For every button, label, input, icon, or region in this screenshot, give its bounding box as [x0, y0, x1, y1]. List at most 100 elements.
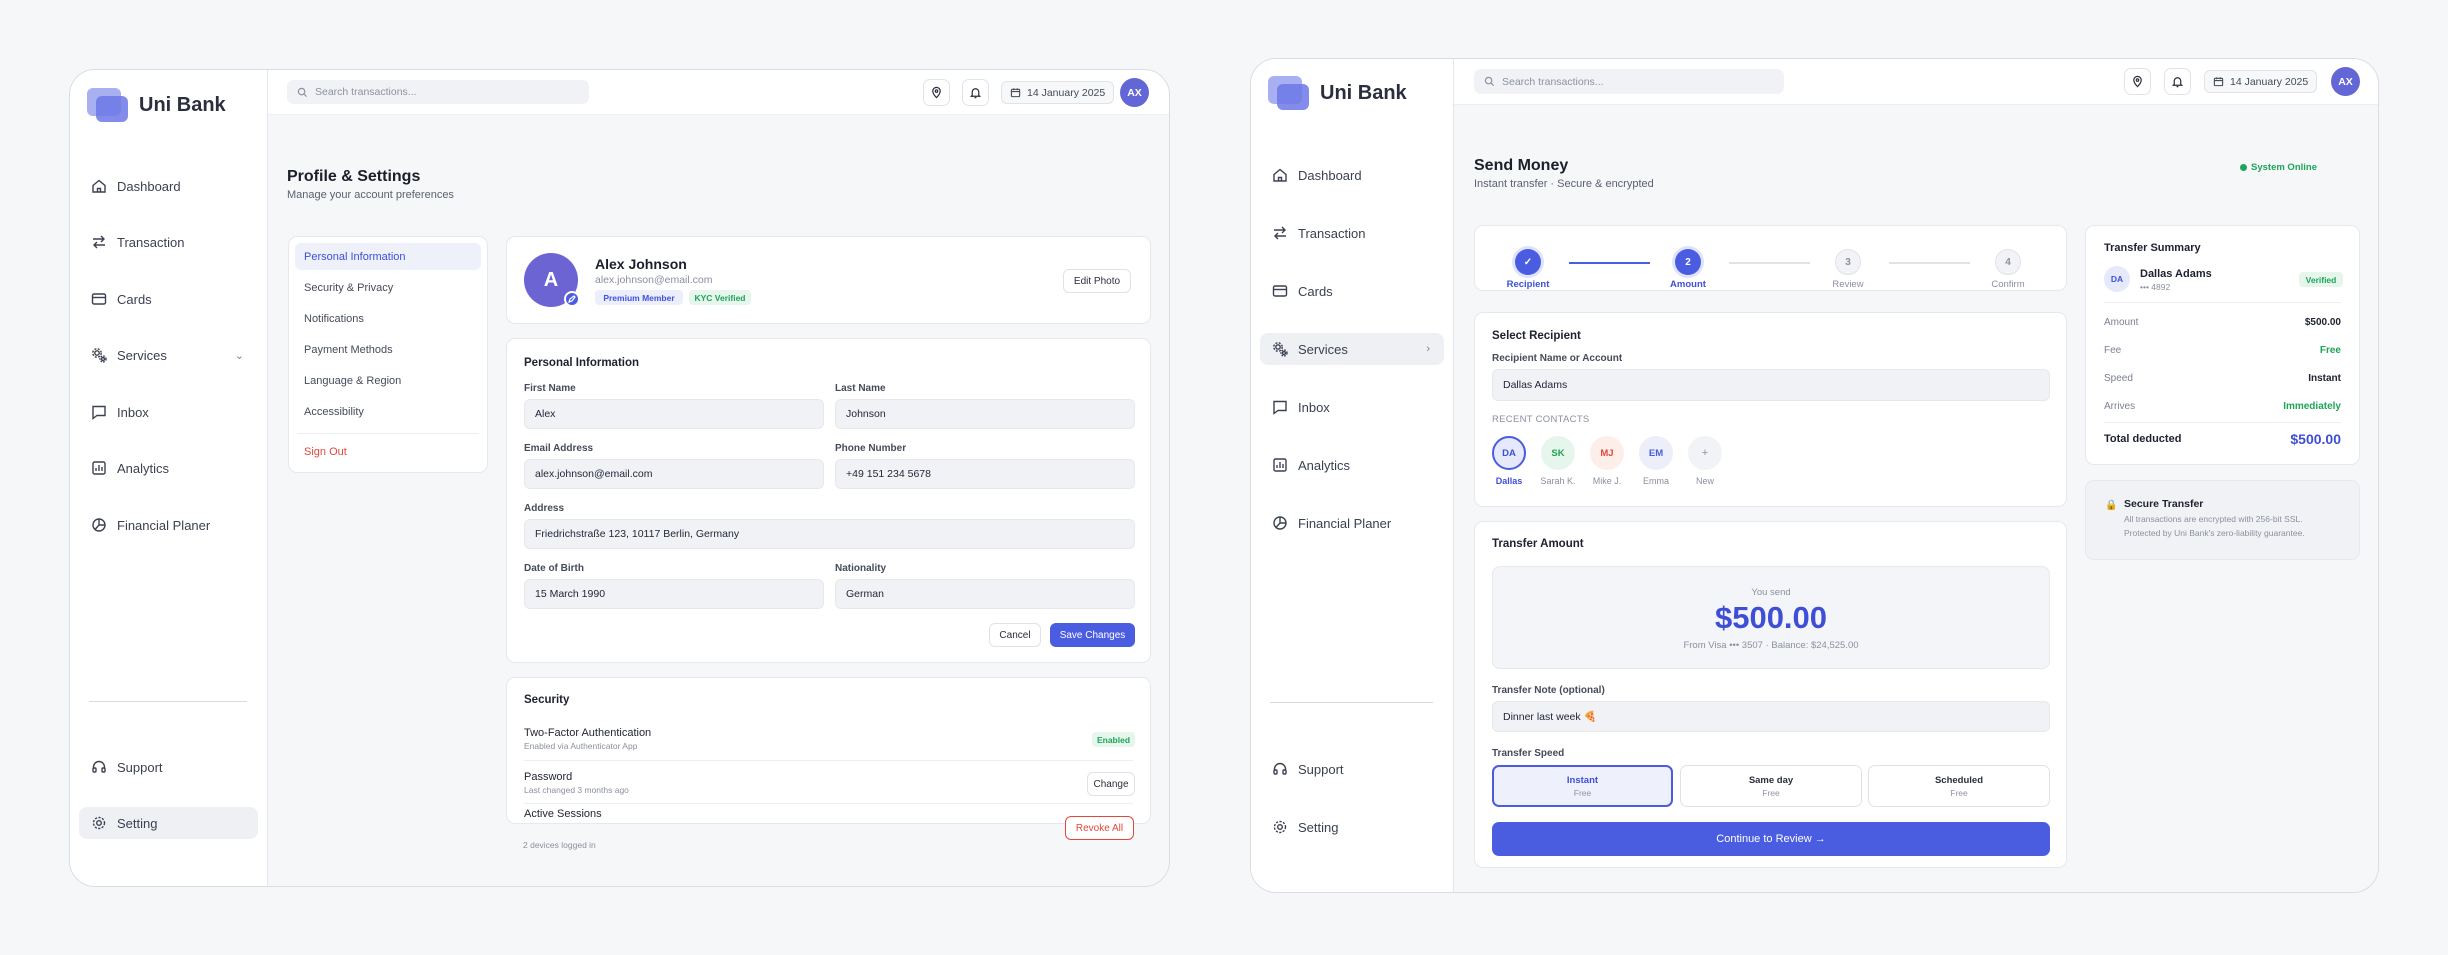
- menu-notifications[interactable]: Notifications: [295, 305, 481, 332]
- date-chip[interactable]: 14 January 2025: [2204, 70, 2318, 93]
- step-3-indicator[interactable]: 3: [1835, 249, 1861, 275]
- contact-avatar-emma[interactable]: EM: [1639, 436, 1673, 470]
- nav-dashboard[interactable]: Dashboard: [1260, 159, 1444, 191]
- search-placeholder: Search transactions...: [1502, 75, 1604, 88]
- nav-transaction[interactable]: Transaction: [1260, 217, 1444, 249]
- amount-display[interactable]: You send $500.00 From Visa ••• 3507 · Ba…: [1492, 566, 2050, 669]
- speed-option-instant[interactable]: Instant Free: [1492, 765, 1673, 807]
- user-avatar[interactable]: AX: [2331, 67, 2360, 96]
- menu-accessibility[interactable]: Accessibility: [295, 398, 481, 425]
- location-button[interactable]: [2124, 68, 2151, 95]
- contact-avatar-mike[interactable]: MJ: [1590, 436, 1624, 470]
- nav-analytics[interactable]: Analytics: [1260, 449, 1444, 481]
- nav-label: Inbox: [117, 404, 149, 420]
- nav-transaction[interactable]: Transaction: [79, 226, 258, 258]
- contact-avatar-dallas[interactable]: DA: [1492, 436, 1526, 470]
- contact-avatar-sarah[interactable]: SK: [1541, 436, 1575, 470]
- nav-analytics[interactable]: Analytics: [79, 452, 258, 484]
- transfer-note-field[interactable]: Dinner last week 🍕: [1492, 701, 2050, 732]
- profile-email: alex.johnson@email.com: [595, 274, 713, 286]
- nav-cards[interactable]: Cards: [1260, 275, 1444, 307]
- nav-financial-planer[interactable]: Financial Planer: [79, 509, 258, 541]
- sign-out-link[interactable]: Sign Out: [295, 438, 481, 465]
- bank-logo-icon: [1268, 76, 1310, 110]
- sidebar: Uni Bank Dashboard Transaction Cards Ser…: [70, 70, 268, 886]
- speed-fee: Free: [1950, 787, 1968, 798]
- date-chip[interactable]: 14 January 2025: [1001, 81, 1115, 104]
- nav-dashboard[interactable]: Dashboard: [79, 170, 258, 202]
- nav-services[interactable]: Services ›: [1260, 333, 1444, 365]
- save-changes-button[interactable]: Save Changes: [1050, 623, 1135, 647]
- menu-security-privacy[interactable]: Security & Privacy: [295, 274, 481, 301]
- edit-avatar-icon[interactable]: [564, 291, 580, 307]
- search-input[interactable]: Search transactions...: [287, 80, 589, 104]
- nav-support[interactable]: Support: [79, 751, 258, 783]
- nav-label: Financial Planer: [117, 517, 211, 533]
- source-balance: From Visa ••• 3507 · Balance: $24,525.00: [1683, 640, 1859, 651]
- twofa-title: Two-Factor Authentication: [524, 727, 652, 739]
- summary-divider: [2104, 422, 2341, 423]
- step-line-done: [1569, 262, 1650, 264]
- speed-option-same-day[interactable]: Same day Free: [1680, 765, 1862, 807]
- continue-to-review-button[interactable]: Continue to Review →: [1492, 822, 2050, 856]
- dob-field[interactable]: 15 March 1990: [524, 579, 824, 609]
- date-text: 14 January 2025: [2230, 75, 2309, 88]
- select-recipient-card: Select Recipient Recipient Name or Accou…: [1474, 312, 2067, 507]
- swap-icon: [1274, 226, 1286, 240]
- total-label: Total deducted: [2104, 433, 2182, 445]
- cancel-button[interactable]: Cancel: [989, 623, 1041, 647]
- gears-icon: [1273, 342, 1288, 357]
- secure-title: Secure Transfer: [2124, 498, 2204, 510]
- last-name-label: Last Name: [835, 383, 886, 394]
- phone-field[interactable]: +49 151 234 5678: [835, 459, 1135, 489]
- step-2-indicator[interactable]: 2: [1675, 249, 1701, 275]
- nav-cards[interactable]: Cards: [79, 283, 258, 315]
- nav-financial-planer[interactable]: Financial Planer: [1260, 507, 1444, 539]
- nav-inbox[interactable]: Inbox: [79, 396, 258, 428]
- menu-personal-information[interactable]: Personal Information: [295, 243, 481, 270]
- home-icon: [92, 179, 106, 193]
- recipient-field[interactable]: Dallas Adams: [1492, 369, 2050, 401]
- last-name-field[interactable]: Johnson: [835, 399, 1135, 429]
- nav-services[interactable]: Services ⌄: [79, 339, 258, 371]
- add-contact-button[interactable]: +: [1688, 436, 1722, 470]
- sidebar-divider: [1270, 702, 1433, 703]
- step-1-check-icon[interactable]: ✓: [1515, 249, 1541, 275]
- speed-option-scheduled[interactable]: Scheduled Free: [1868, 765, 2050, 807]
- recipient-field-label: Recipient Name or Account: [1492, 353, 1623, 364]
- nationality-field[interactable]: German: [835, 579, 1135, 609]
- nav-label: Dashboard: [1298, 167, 1362, 183]
- recipient-name: Dallas Adams: [2140, 268, 2212, 280]
- nationality-label: Nationality: [835, 563, 887, 574]
- summary-value: Immediately: [2283, 401, 2341, 412]
- location-button[interactable]: [923, 79, 950, 106]
- step-3-label: Review: [1832, 279, 1864, 290]
- brand-name: Uni Bank: [1320, 81, 1407, 104]
- first-name-field[interactable]: Alex: [524, 399, 824, 429]
- search-input[interactable]: Search transactions...: [1474, 69, 1784, 94]
- address-field[interactable]: Friedrichstraße 123, 10117 Berlin, Germa…: [524, 519, 1135, 549]
- security-card: Security Two-Factor Authentication Enabl…: [506, 677, 1151, 824]
- menu-payment-methods[interactable]: Payment Methods: [295, 336, 481, 363]
- email-label: Email Address: [524, 443, 594, 454]
- nav-label: Cards: [117, 291, 152, 307]
- revoke-all-button[interactable]: Revoke All: [1065, 816, 1134, 840]
- notification-button[interactable]: [962, 79, 989, 106]
- nav-setting[interactable]: Setting: [79, 807, 258, 839]
- change-password-button[interactable]: Change: [1087, 772, 1135, 796]
- row-divider: [524, 760, 1133, 761]
- notification-button[interactable]: [2164, 68, 2191, 95]
- step-4-indicator[interactable]: 4: [1995, 249, 2021, 275]
- user-avatar[interactable]: AX: [1120, 78, 1149, 107]
- row-divider: [524, 803, 1133, 804]
- you-send-label: You send: [1751, 587, 1791, 598]
- summary-key: Arrives: [2104, 401, 2136, 412]
- email-field[interactable]: alex.johnson@email.com: [524, 459, 824, 489]
- nav-setting[interactable]: Setting: [1260, 811, 1444, 843]
- nav-inbox[interactable]: Inbox: [1260, 391, 1444, 423]
- nav-support[interactable]: Support: [1260, 753, 1444, 785]
- dob-label: Date of Birth: [524, 563, 584, 574]
- menu-language-region[interactable]: Language & Region: [295, 367, 481, 394]
- bell-icon: [969, 88, 982, 99]
- edit-photo-button[interactable]: Edit Photo: [1063, 269, 1131, 293]
